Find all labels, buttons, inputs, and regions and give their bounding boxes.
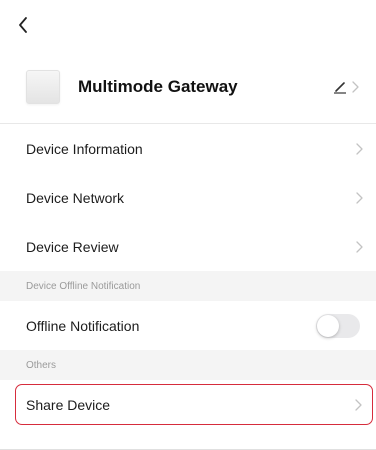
device-review-chevron <box>354 240 364 254</box>
device-review-label: Device Review <box>26 238 119 255</box>
toggle-knob <box>317 314 339 337</box>
chevron-right-icon <box>351 80 359 93</box>
share-device-row[interactable]: Share Device <box>15 384 373 425</box>
device-information-row[interactable]: Device Information <box>0 124 376 173</box>
device-header-chevron[interactable] <box>350 80 360 94</box>
chevron-right-icon <box>354 398 362 411</box>
others-section-header: Others <box>0 350 376 380</box>
pencil-icon <box>334 81 346 94</box>
device-review-row[interactable]: Device Review <box>0 222 376 271</box>
chevron-left-icon <box>19 17 27 33</box>
offline-notification-row: Offline Notification <box>0 301 376 350</box>
share-row-wrapper: Share Device <box>0 380 376 425</box>
chevron-right-icon <box>355 191 363 204</box>
edit-name-button[interactable] <box>332 79 348 95</box>
device-information-chevron <box>354 142 364 156</box>
device-information-label: Device Information <box>26 140 143 157</box>
chevron-right-icon <box>355 142 363 155</box>
back-button[interactable] <box>12 14 34 36</box>
device-name: Multimode Gateway <box>78 76 238 96</box>
top-bar <box>0 0 376 50</box>
chevron-right-icon <box>355 240 363 253</box>
device-network-label: Device Network <box>26 189 125 206</box>
device-network-chevron <box>354 191 364 205</box>
device-network-row[interactable]: Device Network <box>0 173 376 222</box>
gateway-device-icon <box>26 69 60 104</box>
device-header: Multimode Gateway <box>0 50 376 124</box>
offline-section-header: Device Offline Notification <box>0 271 376 301</box>
share-device-label: Share Device <box>26 396 111 413</box>
share-device-chevron <box>353 398 363 412</box>
offline-notification-toggle[interactable] <box>316 313 360 338</box>
offline-notification-label: Offline Notification <box>26 317 140 334</box>
device-settings-screen: Multimode Gateway Device Information Dev… <box>0 0 376 450</box>
